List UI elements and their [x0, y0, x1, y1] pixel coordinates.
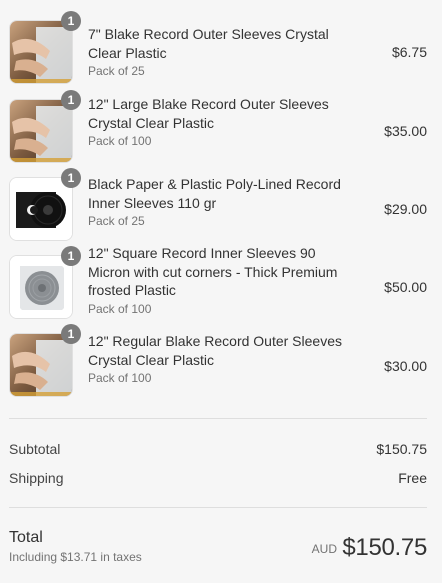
shipping-label: Shipping	[9, 470, 64, 486]
quantity-badge: 1	[61, 11, 81, 31]
subtotal-label: Subtotal	[9, 441, 61, 457]
grand-total: $150.75	[342, 534, 427, 561]
items-divider	[9, 418, 427, 419]
product-variant: Pack of 100	[88, 301, 152, 316]
quantity-badge: 1	[61, 246, 81, 266]
product-image-clear-sleeve	[9, 99, 73, 163]
product-image-clear-sleeve	[9, 333, 73, 397]
tax-note: Including $13.71 in taxes	[9, 550, 142, 564]
product-title: 12" Square Record Inner Sleeves 90 Micro…	[88, 245, 338, 298]
product-image-frosted-inner-sleeve	[9, 255, 73, 319]
product-info: 12" Large Blake Record Outer Sleeves Cry…	[88, 95, 348, 149]
shipping-row: Shipping Free	[9, 470, 427, 486]
product-image-clear-sleeve	[9, 20, 73, 84]
product-image-black-inner-sleeve	[9, 177, 73, 241]
product-variant: Pack of 100	[88, 134, 152, 148]
shipping-value: Free	[398, 470, 427, 486]
product-title: 12" Regular Blake Record Outer Sleeves C…	[88, 333, 342, 368]
product-price: $29.00	[384, 201, 427, 217]
product-title: Black Paper & Plastic Poly-Lined Record …	[88, 176, 341, 211]
subtotal-value: $150.75	[376, 441, 427, 457]
product-variant: Pack of 25	[88, 214, 145, 228]
product-variant: Pack of 25	[88, 64, 145, 78]
product-thumbnail-wrapper: 1	[9, 11, 81, 84]
product-variant: Pack of 100	[88, 371, 152, 385]
quantity-badge: 1	[61, 90, 81, 110]
currency-code: AUD	[311, 542, 337, 556]
product-thumbnail-wrapper: 1	[9, 324, 81, 397]
product-price: $6.75	[391, 44, 427, 60]
quantity-badge: 1	[61, 168, 81, 188]
total-label: Total	[9, 529, 43, 546]
product-info: Black Paper & Plastic Poly-Lined Record …	[88, 175, 348, 229]
subtotal-row: Subtotal $150.75	[9, 441, 427, 457]
product-info: 12" Square Record Inner Sleeves 90 Micro…	[88, 244, 348, 317]
product-title: 12" Large Blake Record Outer Sleeves Cry…	[88, 96, 329, 131]
totals-divider	[9, 507, 427, 508]
product-thumbnail-wrapper: 1	[9, 246, 81, 319]
product-price: $35.00	[384, 123, 427, 139]
quantity-badge: 1	[61, 324, 81, 344]
product-info: 7" Blake Record Outer Sleeves Crystal Cl…	[88, 25, 348, 79]
product-thumbnail-wrapper: 1	[9, 90, 81, 163]
product-thumbnail-wrapper: 1	[9, 168, 81, 241]
product-info: 12" Regular Blake Record Outer Sleeves C…	[88, 332, 348, 386]
product-price: $30.00	[384, 358, 427, 374]
product-price: $50.00	[384, 279, 427, 295]
product-title: 7" Blake Record Outer Sleeves Crystal Cl…	[88, 26, 329, 61]
